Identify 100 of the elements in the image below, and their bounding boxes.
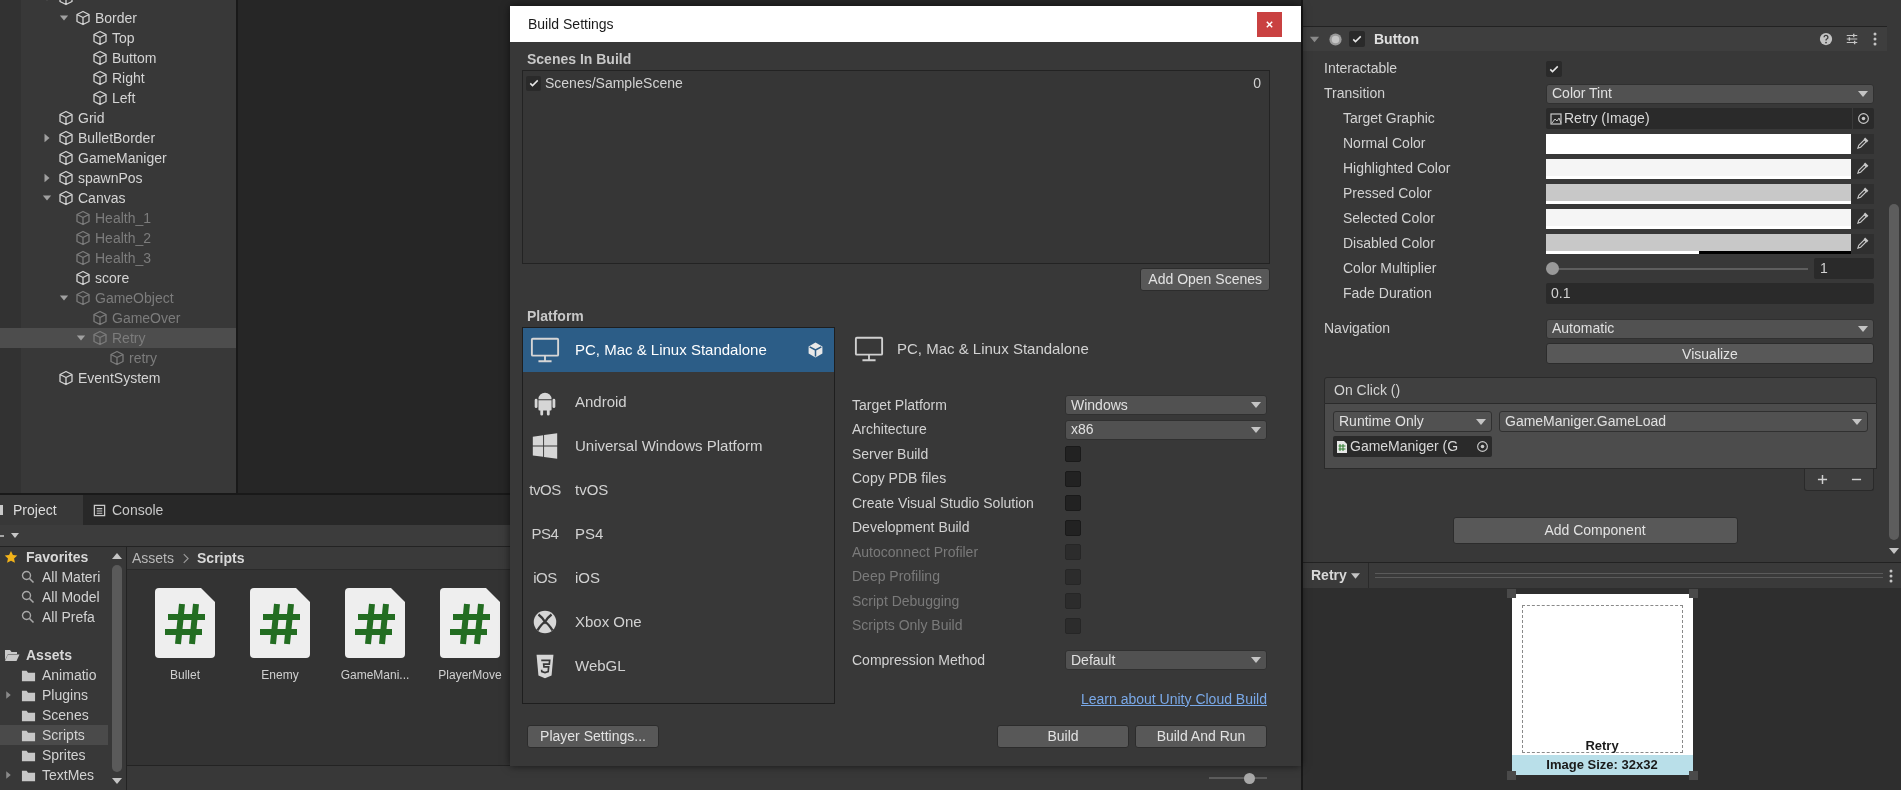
platform-item[interactable]: iOS iOS: [523, 556, 834, 600]
hierarchy-item[interactable]: Grid: [0, 108, 236, 128]
platform-item[interactable]: PS4 PS4: [523, 512, 834, 556]
scroll-up-icon[interactable]: [112, 553, 122, 559]
favorites-item[interactable]: All Model: [0, 587, 108, 607]
scroll-down-icon[interactable]: [112, 778, 122, 784]
color-swatch[interactable]: [1546, 208, 1851, 229]
eyedropper-button[interactable]: [1851, 183, 1874, 204]
more-icon[interactable]: [1889, 568, 1893, 583]
eyedropper-button[interactable]: [1851, 133, 1874, 154]
dropdown[interactable]: Runtime Only: [1333, 411, 1492, 432]
checkbox[interactable]: [1546, 60, 1562, 77]
checkbox[interactable]: [526, 75, 541, 91]
dropdown[interactable]: x86: [1065, 419, 1267, 440]
breadcrumb-link[interactable]: Assets: [132, 547, 174, 569]
object-field[interactable]: GameManiger (G: [1333, 436, 1492, 457]
slider-thumb[interactable]: [1244, 772, 1256, 784]
hierarchy-item[interactable]: GameManiger: [0, 148, 236, 168]
plus-icon[interactable]: [1816, 474, 1828, 485]
corner-handle[interactable]: [1506, 589, 1516, 598]
more-icon[interactable]: [1873, 32, 1877, 46]
slider-thumb[interactable]: [1546, 262, 1559, 275]
hierarchy-item[interactable]: score: [0, 268, 236, 288]
panel-tab[interactable]: Project: [0, 495, 83, 525]
eyedropper-button[interactable]: [1851, 208, 1874, 229]
script-file-icon[interactable]: [155, 588, 215, 658]
expand-arrow-icon[interactable]: [4, 770, 13, 780]
script-file-icon[interactable]: [345, 588, 405, 658]
number-field[interactable]: 0.1: [1546, 283, 1874, 304]
collapse-arrow-icon[interactable]: [59, 13, 69, 23]
script-file-icon[interactable]: [250, 588, 310, 658]
hierarchy-item[interactable]: Top: [0, 28, 236, 48]
folder-item[interactable]: Scenes: [0, 705, 108, 725]
platform-item[interactable]: WebGL: [523, 644, 834, 688]
add-open-scenes-button[interactable]: Add Open Scenes: [1140, 268, 1270, 291]
hierarchy-item[interactable]: Right: [0, 68, 236, 88]
platform-item[interactable]: Android: [523, 380, 834, 424]
object-field[interactable]: Retry (Image): [1546, 108, 1874, 129]
platform-item[interactable]: Xbox One: [523, 600, 834, 644]
checkbox[interactable]: [1065, 495, 1081, 512]
number-field[interactable]: 1: [1814, 258, 1874, 279]
hierarchy-item[interactable]: BulletBorder: [0, 128, 236, 148]
eyedropper-button[interactable]: [1851, 233, 1874, 254]
cloud-build-link[interactable]: Learn about Unity Cloud Build: [1081, 688, 1267, 710]
build-button[interactable]: Build: [997, 724, 1129, 748]
folder-item[interactable]: TextMes: [0, 765, 108, 785]
folder-item[interactable]: Plugins: [0, 685, 108, 705]
scrollbar-thumb[interactable]: [1889, 204, 1899, 540]
add-component-button[interactable]: Add Component: [1452, 517, 1738, 544]
color-swatch[interactable]: [1546, 158, 1851, 179]
corner-handle[interactable]: [1688, 589, 1698, 598]
checkbox[interactable]: [1065, 470, 1081, 487]
collapse-arrow-icon[interactable]: [42, 193, 52, 203]
add-dropdown-icon[interactable]: [0, 531, 20, 540]
hierarchy-item[interactable]: Border: [0, 8, 236, 28]
expand-arrow-icon[interactable]: [42, 173, 52, 183]
color-swatch[interactable]: [1546, 133, 1851, 154]
dropdown[interactable]: Color Tint: [1546, 83, 1874, 104]
platform-item[interactable]: Universal Windows Platform: [523, 424, 834, 468]
expand-arrow-icon[interactable]: [4, 690, 13, 700]
panel-tab[interactable]: Console: [83, 495, 174, 525]
help-icon[interactable]: [1819, 32, 1833, 46]
target-icon[interactable]: [1475, 440, 1489, 453]
platform-item[interactable]: tvOS tvOS: [523, 468, 834, 512]
checkbox[interactable]: [1065, 446, 1081, 463]
hierarchy-item[interactable]: Canvas: [0, 188, 236, 208]
hierarchy-item[interactable]: EventSystem: [0, 368, 236, 388]
hierarchy-item[interactable]: Left: [0, 88, 236, 108]
favorites-item[interactable]: Favorites: [0, 547, 108, 567]
checkbox[interactable]: [1065, 519, 1081, 536]
dropdown[interactable]: Default: [1065, 650, 1267, 671]
hierarchy-item[interactable]: Buttom: [0, 48, 236, 68]
checkbox[interactable]: [1349, 31, 1365, 47]
breadcrumb-link[interactable]: Scripts: [197, 547, 245, 569]
close-button[interactable]: [1257, 11, 1282, 37]
dropdown[interactable]: GameManiger.GameLoad: [1499, 411, 1868, 432]
folder-item[interactable]: Scripts: [0, 725, 108, 745]
expand-arrow-icon[interactable]: [42, 133, 52, 143]
favorites-item[interactable]: All Prefa: [0, 607, 108, 627]
presets-icon[interactable]: [1845, 32, 1859, 46]
hierarchy-item[interactable]: spawnPos: [0, 168, 236, 188]
build-and-run-button[interactable]: Build And Run: [1135, 724, 1267, 748]
corner-handle[interactable]: [1506, 771, 1516, 780]
platform-item[interactable]: PC, Mac & Linux Standalone: [523, 328, 834, 372]
slider[interactable]: [1546, 260, 1808, 277]
assets-item[interactable]: Assets: [0, 645, 108, 665]
folder-item[interactable]: Sprites: [0, 745, 108, 765]
player-settings-button[interactable]: Player Settings...: [527, 724, 659, 748]
visualize-button[interactable]: Visualize: [1546, 343, 1874, 364]
drag-handle[interactable]: [1374, 573, 1883, 578]
corner-handle[interactable]: [1688, 771, 1698, 780]
script-file-icon[interactable]: [440, 588, 500, 658]
color-swatch[interactable]: [1546, 183, 1851, 204]
scroll-down-icon[interactable]: [1889, 548, 1899, 554]
scrollbar-thumb[interactable]: [112, 565, 122, 772]
eyedropper-button[interactable]: [1851, 158, 1874, 179]
favorites-item[interactable]: All Materi: [0, 567, 108, 587]
target-icon[interactable]: [1857, 112, 1870, 125]
dropdown[interactable]: Windows: [1065, 395, 1267, 416]
folder-item[interactable]: Animatio: [0, 665, 108, 685]
